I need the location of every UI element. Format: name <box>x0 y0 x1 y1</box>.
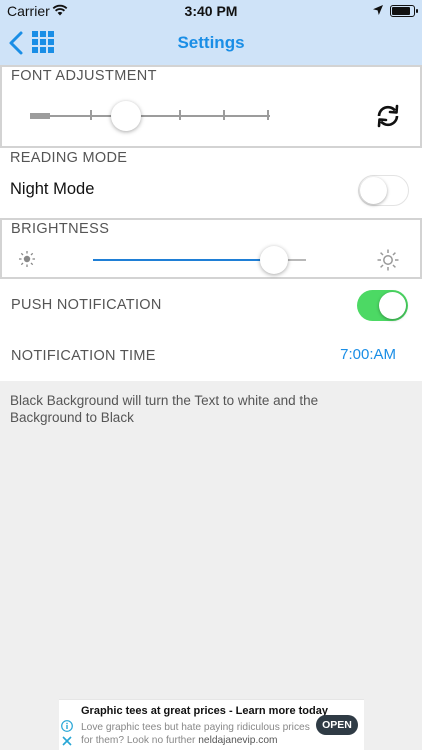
font-size-tick <box>179 110 181 120</box>
font-adjustment-section: FONT ADJUSTMENT <box>0 65 422 148</box>
reading-mode-label: READING MODE <box>10 150 128 166</box>
brightness-slider-thumb[interactable] <box>260 246 288 274</box>
font-size-tick <box>267 110 269 120</box>
night-mode-toggle[interactable] <box>358 175 409 206</box>
font-size-tick <box>90 110 92 120</box>
push-notification-label: PUSH NOTIFICATION <box>11 297 162 313</box>
page-title: Settings <box>177 33 245 52</box>
ad-domain: neldajanevip.com <box>198 735 278 746</box>
clock: 3:40 PM <box>184 3 238 19</box>
sun-small-icon <box>19 251 35 267</box>
notification-section <box>0 279 422 381</box>
close-icon[interactable] <box>61 735 73 747</box>
font-size-track[interactable] <box>30 113 270 119</box>
sun-large-icon <box>377 249 399 271</box>
ad-body: Love graphic tees but hate paying ridicu… <box>81 721 313 747</box>
night-mode-description: Black Background will turn the Text to w… <box>10 393 319 425</box>
notification-time-label: NOTIFICATION TIME <box>11 348 156 364</box>
font-size-slider-thumb[interactable] <box>111 101 141 131</box>
ad-banner[interactable]: Graphic tees at great prices - Learn mor… <box>59 699 364 750</box>
location-arrow-icon <box>373 5 383 15</box>
refresh-icon[interactable] <box>375 103 401 129</box>
ad-title: Graphic tees at great prices - Learn mor… <box>81 705 328 717</box>
top-bar: Carrier 3:40 PM Settings <box>0 0 422 66</box>
status-bar: Carrier 3:40 PM <box>0 0 422 22</box>
battery-icon <box>390 5 418 17</box>
notification-time-value[interactable]: 7:00:AM <box>340 346 396 363</box>
brightness-label: BRIGHTNESS <box>11 221 110 237</box>
brightness-track-filled[interactable] <box>93 259 274 261</box>
brightness-section: BRIGHTNESS <box>0 218 422 279</box>
font-size-tick <box>223 110 225 120</box>
font-adjustment-label: FONT ADJUSTMENT <box>11 68 157 84</box>
night-mode-label: Night Mode <box>10 180 95 198</box>
info-icon[interactable] <box>61 720 73 732</box>
ad-open-button[interactable]: OPEN <box>316 715 358 735</box>
push-notification-toggle[interactable] <box>357 290 408 321</box>
